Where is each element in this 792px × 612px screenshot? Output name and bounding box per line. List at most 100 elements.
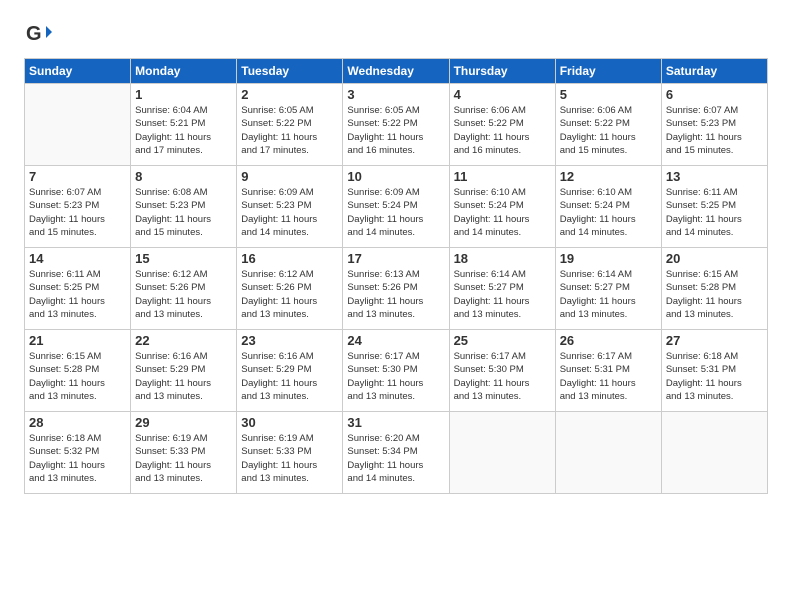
calendar-cell: 26Sunrise: 6:17 AMSunset: 5:31 PMDayligh… <box>555 330 661 412</box>
calendar-cell: 13 Sunrise: 6:11 AMSunset: 5:25 PMDayligh… <box>661 166 767 248</box>
day-info: Sunrise: 6:09 AMSunset: 5:23 PMDaylight:… <box>241 186 338 239</box>
calendar-cell: 30 Sunrise: 6:19 AMSunset: 5:33 PMDayligh… <box>237 412 343 494</box>
calendar-cell: 1 Sunrise: 6:04 AMSunset: 5:21 PMDaylight… <box>131 84 237 166</box>
calendar-cell: 24 Sunrise: 6:17 AMSunset: 5:30 PMDayligh… <box>343 330 449 412</box>
calendar-week-1: 1 Sunrise: 6:04 AMSunset: 5:21 PMDaylight… <box>25 84 768 166</box>
day-info: Sunrise: 6:12 AMSunset: 5:26 PMDaylight:… <box>135 268 232 321</box>
calendar-cell: 27 Sunrise: 6:18 AMSunset: 5:31 PMDayligh… <box>661 330 767 412</box>
day-number: 2 <box>241 87 338 102</box>
calendar-cell: 3 Sunrise: 6:05 AMSunset: 5:22 PMDaylight… <box>343 84 449 166</box>
calendar-body: 1 Sunrise: 6:04 AMSunset: 5:21 PMDaylight… <box>25 84 768 494</box>
day-number: 9 <box>241 169 338 184</box>
calendar-cell <box>661 412 767 494</box>
day-number: 5 <box>560 87 657 102</box>
calendar-cell: 6 Sunrise: 6:07 AMSunset: 5:23 PMDaylight… <box>661 84 767 166</box>
day-number: 10 <box>347 169 444 184</box>
calendar-cell: 9 Sunrise: 6:09 AMSunset: 5:23 PMDaylight… <box>237 166 343 248</box>
day-info: Sunrise: 6:10 AMSunset: 5:24 PMDaylight:… <box>560 186 657 239</box>
day-number: 30 <box>241 415 338 430</box>
calendar-cell: 17Sunrise: 6:13 AMSunset: 5:26 PMDayligh… <box>343 248 449 330</box>
day-info: Sunrise: 6:07 AMSunset: 5:23 PMDaylight:… <box>666 104 763 157</box>
day-number: 8 <box>135 169 232 184</box>
day-info: Sunrise: 6:05 AMSunset: 5:22 PMDaylight:… <box>347 104 444 157</box>
calendar-cell: 18 Sunrise: 6:14 AMSunset: 5:27 PMDayligh… <box>449 248 555 330</box>
day-info: Sunrise: 6:07 AMSunset: 5:23 PMDaylight:… <box>29 186 126 239</box>
day-number: 18 <box>454 251 551 266</box>
day-info: Sunrise: 6:10 AMSunset: 5:24 PMDaylight:… <box>454 186 551 239</box>
calendar-cell: 25Sunrise: 6:17 AMSunset: 5:30 PMDayligh… <box>449 330 555 412</box>
day-info: Sunrise: 6:06 AMSunset: 5:22 PMDaylight:… <box>454 104 551 157</box>
day-number: 7 <box>29 169 126 184</box>
day-number: 31 <box>347 415 444 430</box>
day-info: Sunrise: 6:04 AMSunset: 5:21 PMDaylight:… <box>135 104 232 157</box>
day-header-tuesday: Tuesday <box>237 59 343 84</box>
day-header-wednesday: Wednesday <box>343 59 449 84</box>
calendar-cell: 12 Sunrise: 6:10 AMSunset: 5:24 PMDayligh… <box>555 166 661 248</box>
day-info: Sunrise: 6:15 AMSunset: 5:28 PMDaylight:… <box>666 268 763 321</box>
day-info: Sunrise: 6:12 AMSunset: 5:26 PMDaylight:… <box>241 268 338 321</box>
calendar-cell: 21 Sunrise: 6:15 AMSunset: 5:28 PMDayligh… <box>25 330 131 412</box>
day-info: Sunrise: 6:05 AMSunset: 5:22 PMDaylight:… <box>241 104 338 157</box>
page-header: G <box>24 20 768 48</box>
logo-icon: G <box>24 20 52 48</box>
calendar-table: SundayMondayTuesdayWednesdayThursdayFrid… <box>24 58 768 494</box>
calendar-cell <box>555 412 661 494</box>
calendar-week-3: 14Sunrise: 6:11 AMSunset: 5:25 PMDayligh… <box>25 248 768 330</box>
day-number: 24 <box>347 333 444 348</box>
day-number: 12 <box>560 169 657 184</box>
day-number: 27 <box>666 333 763 348</box>
day-number: 29 <box>135 415 232 430</box>
day-info: Sunrise: 6:18 AMSunset: 5:31 PMDaylight:… <box>666 350 763 403</box>
day-info: Sunrise: 6:18 AMSunset: 5:32 PMDaylight:… <box>29 432 126 485</box>
day-info: Sunrise: 6:14 AMSunset: 5:27 PMDaylight:… <box>454 268 551 321</box>
day-info: Sunrise: 6:09 AMSunset: 5:24 PMDaylight:… <box>347 186 444 239</box>
day-info: Sunrise: 6:20 AMSunset: 5:34 PMDaylight:… <box>347 432 444 485</box>
day-info: Sunrise: 6:16 AMSunset: 5:29 PMDaylight:… <box>241 350 338 403</box>
calendar-cell: 2 Sunrise: 6:05 AMSunset: 5:22 PMDaylight… <box>237 84 343 166</box>
day-info: Sunrise: 6:14 AMSunset: 5:27 PMDaylight:… <box>560 268 657 321</box>
day-number: 13 <box>666 169 763 184</box>
calendar-cell: 11Sunrise: 6:10 AMSunset: 5:24 PMDayligh… <box>449 166 555 248</box>
day-number: 23 <box>241 333 338 348</box>
day-info: Sunrise: 6:08 AMSunset: 5:23 PMDaylight:… <box>135 186 232 239</box>
logo: G <box>24 20 56 48</box>
calendar-cell: 15 Sunrise: 6:12 AMSunset: 5:26 PMDayligh… <box>131 248 237 330</box>
day-number: 26 <box>560 333 657 348</box>
calendar-cell: 23 Sunrise: 6:16 AMSunset: 5:29 PMDayligh… <box>237 330 343 412</box>
day-info: Sunrise: 6:15 AMSunset: 5:28 PMDaylight:… <box>29 350 126 403</box>
calendar-cell: 5Sunrise: 6:06 AMSunset: 5:22 PMDaylight… <box>555 84 661 166</box>
day-number: 1 <box>135 87 232 102</box>
calendar-cell: 31 Sunrise: 6:20 AMSunset: 5:34 PMDayligh… <box>343 412 449 494</box>
day-number: 4 <box>454 87 551 102</box>
day-number: 20 <box>666 251 763 266</box>
day-number: 15 <box>135 251 232 266</box>
calendar-header: SundayMondayTuesdayWednesdayThursdayFrid… <box>25 59 768 84</box>
calendar-week-4: 21 Sunrise: 6:15 AMSunset: 5:28 PMDayligh… <box>25 330 768 412</box>
calendar-week-5: 28Sunrise: 6:18 AMSunset: 5:32 PMDayligh… <box>25 412 768 494</box>
day-header-friday: Friday <box>555 59 661 84</box>
day-number: 17 <box>347 251 444 266</box>
day-number: 21 <box>29 333 126 348</box>
day-number: 3 <box>347 87 444 102</box>
day-header-thursday: Thursday <box>449 59 555 84</box>
day-header-saturday: Saturday <box>661 59 767 84</box>
calendar-cell: 10 Sunrise: 6:09 AMSunset: 5:24 PMDayligh… <box>343 166 449 248</box>
calendar-cell: 4 Sunrise: 6:06 AMSunset: 5:22 PMDaylight… <box>449 84 555 166</box>
calendar-cell: 28Sunrise: 6:18 AMSunset: 5:32 PMDayligh… <box>25 412 131 494</box>
day-info: Sunrise: 6:16 AMSunset: 5:29 PMDaylight:… <box>135 350 232 403</box>
calendar-cell: 8 Sunrise: 6:08 AMSunset: 5:23 PMDaylight… <box>131 166 237 248</box>
day-header-sunday: Sunday <box>25 59 131 84</box>
day-number: 22 <box>135 333 232 348</box>
calendar-cell: 20 Sunrise: 6:15 AMSunset: 5:28 PMDayligh… <box>661 248 767 330</box>
day-info: Sunrise: 6:11 AMSunset: 5:25 PMDaylight:… <box>666 186 763 239</box>
day-header-monday: Monday <box>131 59 237 84</box>
day-number: 16 <box>241 251 338 266</box>
day-number: 6 <box>666 87 763 102</box>
svg-text:G: G <box>26 23 42 45</box>
day-info: Sunrise: 6:19 AMSunset: 5:33 PMDaylight:… <box>241 432 338 485</box>
day-info: Sunrise: 6:17 AMSunset: 5:30 PMDaylight:… <box>454 350 551 403</box>
day-info: Sunrise: 6:17 AMSunset: 5:30 PMDaylight:… <box>347 350 444 403</box>
day-number: 19 <box>560 251 657 266</box>
calendar-cell <box>449 412 555 494</box>
calendar-cell <box>25 84 131 166</box>
